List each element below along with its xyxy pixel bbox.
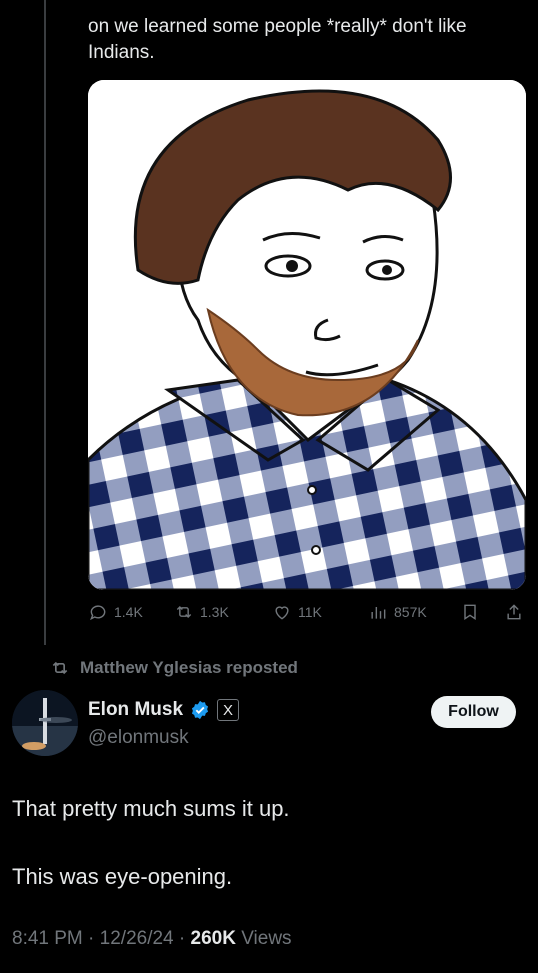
- post-date[interactable]: 12/26/24: [100, 928, 174, 949]
- post-text-line1: That pretty much sums it up.: [12, 796, 290, 821]
- bookmark-icon: [464, 604, 476, 620]
- reply-count: 1.4K: [114, 604, 143, 620]
- affiliation-label: X: [223, 701, 234, 719]
- quoted-post-text: on we learned some people *really* don't…: [88, 16, 467, 63]
- repost-icon: [52, 661, 68, 675]
- post-time[interactable]: 8:41 PM: [12, 928, 83, 949]
- meme-illustration: [88, 80, 526, 590]
- reply-icon: [90, 605, 106, 621]
- views-count-total: 260K: [190, 928, 236, 949]
- author-name[interactable]: Elon Musk: [88, 699, 183, 721]
- x-affiliation-icon: X: [217, 699, 240, 721]
- repost-label[interactable]: Matthew Yglesias reposted: [80, 658, 298, 678]
- views-count: 857K: [394, 604, 427, 620]
- avatar[interactable]: [12, 690, 78, 756]
- bookmark-button[interactable]: [460, 596, 480, 628]
- thread-line: [44, 0, 46, 645]
- repost-button[interactable]: 1.3K: [174, 596, 229, 628]
- share-button[interactable]: [504, 596, 524, 628]
- rocket-launch-avatar-image: [12, 690, 78, 756]
- post-meta: 8:41 PM · 12/26/24 · 260K Views: [12, 928, 292, 949]
- quoted-post-actions: 1.4K 1.3K 11K 857K: [88, 596, 528, 628]
- verified-badge-icon: [191, 700, 209, 720]
- post-image[interactable]: [88, 80, 526, 590]
- post-text-line2: This was eye-opening.: [12, 864, 233, 889]
- follow-button[interactable]: Follow: [431, 696, 516, 728]
- analytics-icon: [371, 607, 386, 619]
- views-label: Views: [241, 928, 292, 949]
- repost-icon: [176, 605, 192, 619]
- like-count: 11K: [298, 604, 322, 620]
- share-icon: [507, 604, 521, 620]
- like-button[interactable]: 11K: [272, 596, 322, 628]
- author-row: Elon Musk X: [88, 699, 240, 721]
- heart-icon: [275, 606, 289, 620]
- views-button[interactable]: 857K: [368, 596, 427, 628]
- author-handle[interactable]: @elonmusk: [88, 727, 189, 749]
- reply-button[interactable]: 1.4K: [88, 596, 143, 628]
- repost-count: 1.3K: [200, 604, 229, 620]
- repost-indicator: Matthew Yglesias reposted: [50, 658, 298, 678]
